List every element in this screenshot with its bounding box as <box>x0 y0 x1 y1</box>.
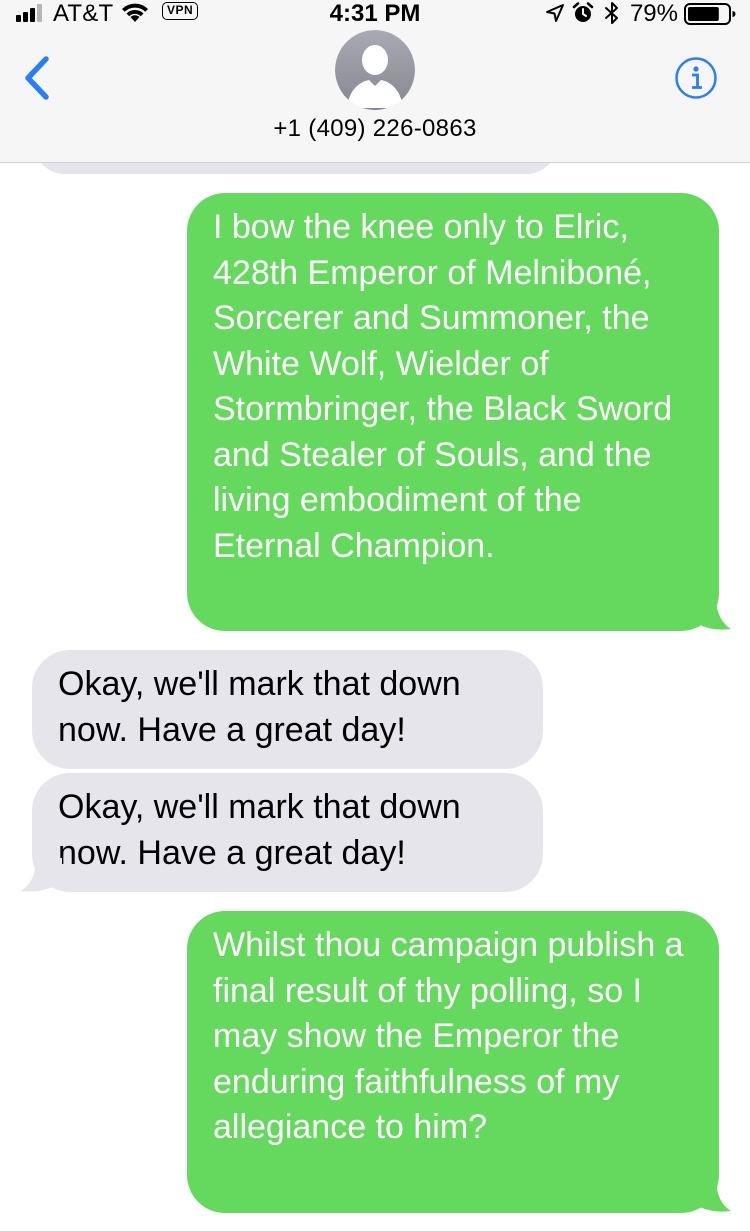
message-thread[interactable]: I bow the knee only to Elric, 428th Empe… <box>0 0 750 1231</box>
bubble-tail-sent <box>690 1178 731 1212</box>
contact-name[interactable]: +1 (409) 226-0863 <box>0 115 750 143</box>
contact-avatar[interactable] <box>335 30 415 110</box>
status-bar: AT&T VPN 4:31 PM 79% <box>0 0 750 28</box>
bubble-tail-sent <box>690 596 731 630</box>
message-bubble-sent[interactable]: Whilst thou campaign publish a final res… <box>187 911 719 1213</box>
back-button[interactable] <box>20 55 56 101</box>
battery-percentage: 79% <box>629 0 678 27</box>
message-text: Okay, we'll mark that down now. Have a g… <box>58 665 461 749</box>
conversation-header: AT&T VPN 4:31 PM 79% +1 (409) 226-0863 <box>0 0 750 163</box>
message-text: Whilst thou campaign publish a final res… <box>213 926 684 1146</box>
alarm-icon <box>572 2 594 22</box>
message-bubble-sent[interactable]: I bow the knee only to Elric, 428th Empe… <box>187 193 719 631</box>
message-text: I bow the knee only to Elric, 428th Empe… <box>213 208 673 565</box>
location-icon <box>546 4 564 22</box>
message-bubble-received[interactable]: Okay, we'll mark that down now. Have a g… <box>32 773 543 892</box>
info-button[interactable] <box>674 56 718 100</box>
bluetooth-icon <box>605 2 618 24</box>
message-bubble-received[interactable]: Okay, we'll mark that down now. Have a g… <box>32 650 543 769</box>
message-text: Okay, we'll mark that down now. Have a g… <box>58 788 461 872</box>
bubble-tail-received <box>21 858 62 892</box>
battery-icon <box>684 3 736 25</box>
